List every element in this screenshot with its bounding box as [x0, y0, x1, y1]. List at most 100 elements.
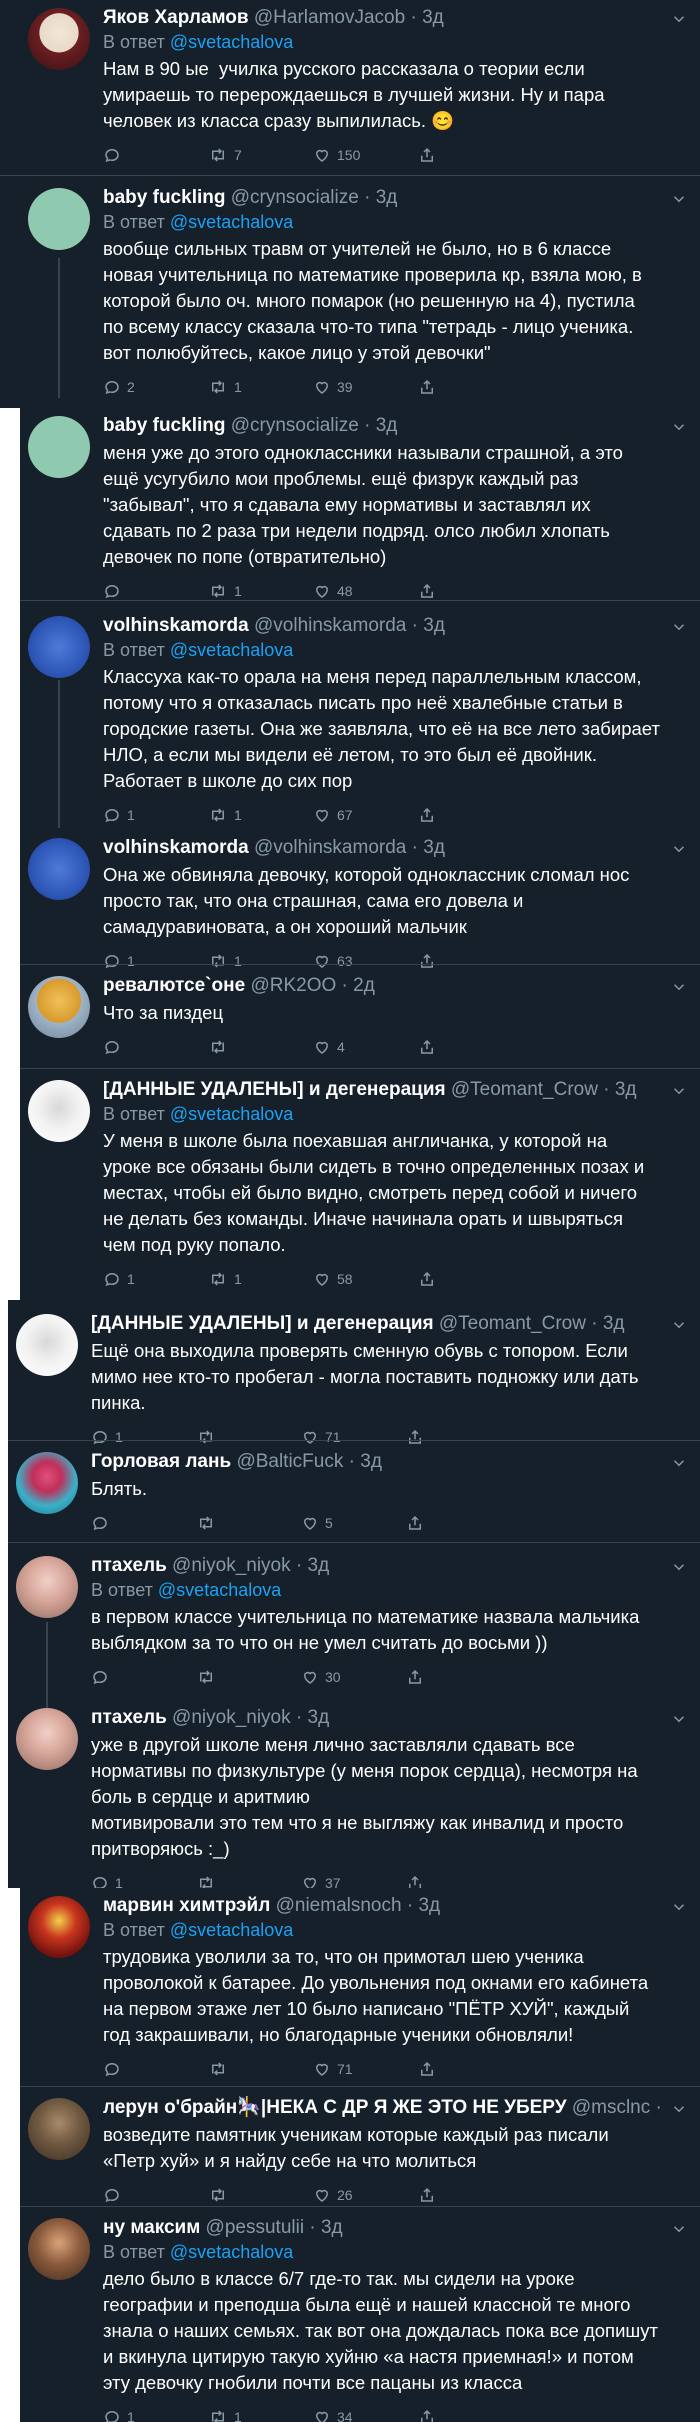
avatar[interactable]: [28, 1896, 90, 1958]
timestamp[interactable]: 3д: [308, 1707, 330, 1728]
like-button[interactable]: 5: [301, 1514, 406, 1532]
display-name[interactable]: volhinskamorda: [103, 837, 249, 858]
share-button[interactable]: [418, 146, 523, 164]
reply-button[interactable]: [103, 1038, 208, 1056]
retweet-button[interactable]: 1: [208, 1270, 313, 1288]
chevron-down-icon[interactable]: [670, 2100, 688, 2118]
tweet[interactable]: птахель @niyok_niyok · 3д уже в другой ш…: [16, 1700, 700, 1888]
tweet[interactable]: Яков Харламов @HarlamovJacob · 3д В отве…: [28, 0, 700, 172]
reply-button[interactable]: [103, 2186, 208, 2204]
display-name[interactable]: ревалютсе`оне: [103, 975, 245, 996]
user-handle[interactable]: @niemalsnoch: [276, 1895, 402, 1916]
reply-button[interactable]: [103, 146, 208, 164]
user-handle[interactable]: @crynsocialize: [231, 187, 359, 208]
reply-button[interactable]: 2: [103, 378, 208, 396]
chevron-down-icon[interactable]: [670, 840, 688, 858]
retweet-button[interactable]: [208, 1038, 313, 1056]
avatar[interactable]: [28, 616, 90, 678]
share-button[interactable]: [418, 2060, 523, 2078]
timestamp[interactable]: 3д: [376, 415, 398, 436]
chevron-down-icon[interactable]: [670, 1898, 688, 1916]
like-button[interactable]: 39: [313, 378, 418, 396]
retweet-button[interactable]: 1: [208, 582, 313, 600]
timestamp[interactable]: 3д: [422, 7, 444, 28]
timestamp[interactable]: 3д: [308, 1555, 330, 1576]
reply-to-link[interactable]: @svetachalova: [158, 1580, 281, 1600]
display-name[interactable]: птахель: [91, 1555, 167, 1576]
user-handle[interactable]: @volhinskamorda: [254, 615, 406, 636]
share-button[interactable]: [406, 1874, 511, 1888]
tweet[interactable]: baby fuckling @crynsocialize · 3д В отве…: [28, 180, 700, 404]
like-button[interactable]: 4: [313, 1038, 418, 1056]
reply-to-link[interactable]: @svetachalova: [170, 1920, 293, 1940]
tweet[interactable]: volhinskamorda @volhinskamorda · 3д В от…: [28, 608, 700, 832]
tweet[interactable]: [ДАННЫЕ УДАЛЕНЫ] и дегенерация @Teomant_…: [28, 1072, 700, 1296]
reply-button[interactable]: [103, 582, 208, 600]
retweet-button[interactable]: [196, 1874, 301, 1888]
chevron-down-icon[interactable]: [670, 2220, 688, 2238]
tweet[interactable]: [ДАННЫЕ УДАЛЕНЫ] и дегенерация @Teomant_…: [16, 1306, 700, 1454]
display-name[interactable]: лерун о'брайн🎠|НЕКА С ДР Я ЖЕ ЭТО НЕ УБЕ…: [103, 2097, 567, 2118]
like-button[interactable]: 150: [313, 146, 418, 164]
like-button[interactable]: 26: [313, 2186, 418, 2204]
retweet-button[interactable]: [196, 1668, 301, 1686]
like-button[interactable]: 48: [313, 582, 418, 600]
avatar[interactable]: [16, 1314, 78, 1376]
chevron-down-icon[interactable]: [670, 418, 688, 436]
retweet-button[interactable]: [208, 2060, 313, 2078]
like-button[interactable]: 67: [313, 806, 418, 824]
avatar[interactable]: [28, 1080, 90, 1142]
display-name[interactable]: [ДАННЫЕ УДАЛЕНЫ] и дегенерация: [103, 1079, 446, 1100]
reply-to-link[interactable]: @svetachalova: [170, 2242, 293, 2262]
chevron-down-icon[interactable]: [670, 1082, 688, 1100]
share-button[interactable]: [418, 1038, 523, 1056]
share-button[interactable]: [406, 1514, 511, 1532]
timestamp[interactable]: 3д: [423, 615, 445, 636]
user-handle[interactable]: @Teomant_Crow: [451, 1079, 598, 1100]
display-name[interactable]: птахель: [91, 1707, 167, 1728]
display-name[interactable]: volhinskamorda: [103, 615, 249, 636]
tweet[interactable]: ну максим @pessutulii · 3д В ответ @svet…: [28, 2210, 700, 2422]
timestamp[interactable]: 3д: [615, 1079, 637, 1100]
reply-button[interactable]: [91, 1668, 196, 1686]
reply-button[interactable]: 1: [103, 806, 208, 824]
reply-to-link[interactable]: @svetachalova: [170, 212, 293, 232]
reply-to-link[interactable]: @svetachalova: [170, 640, 293, 660]
like-button[interactable]: 58: [313, 1270, 418, 1288]
avatar[interactable]: [28, 8, 90, 70]
reply-to-link[interactable]: @svetachalova: [170, 1104, 293, 1124]
user-handle[interactable]: @niyok_niyok: [172, 1707, 291, 1728]
chevron-down-icon[interactable]: [670, 190, 688, 208]
timestamp[interactable]: 3д: [418, 1895, 440, 1916]
like-button[interactable]: 30: [301, 1668, 406, 1686]
avatar[interactable]: [28, 838, 90, 900]
chevron-down-icon[interactable]: [670, 1710, 688, 1728]
display-name[interactable]: Яков Харламов: [103, 7, 249, 28]
like-button[interactable]: 37: [301, 1874, 406, 1888]
display-name[interactable]: baby fuckling: [103, 187, 225, 208]
user-handle[interactable]: @msclnc: [572, 2097, 650, 2118]
timestamp[interactable]: 3д: [321, 2217, 343, 2238]
reply-button[interactable]: [103, 2060, 208, 2078]
user-handle[interactable]: @BalticFuck: [236, 1451, 343, 1472]
chevron-down-icon[interactable]: [670, 1316, 688, 1334]
avatar[interactable]: [28, 416, 90, 478]
share-button[interactable]: [418, 582, 523, 600]
timestamp[interactable]: 3д: [423, 837, 445, 858]
like-button[interactable]: 71: [313, 2060, 418, 2078]
avatar[interactable]: [28, 2218, 90, 2280]
retweet-button[interactable]: 7: [208, 146, 313, 164]
tweet[interactable]: марвин химтрэйл @niemalsnoch · 3д В отве…: [28, 1888, 700, 2086]
tweet[interactable]: baby fuckling @crynsocialize · 3д меня у…: [28, 408, 700, 608]
retweet-button[interactable]: [196, 1514, 301, 1532]
avatar[interactable]: [28, 976, 90, 1038]
reply-button[interactable]: [91, 1514, 196, 1532]
chevron-down-icon[interactable]: [670, 10, 688, 28]
user-handle[interactable]: @RK2OO: [250, 975, 336, 996]
timestamp[interactable]: 3д: [603, 1313, 625, 1334]
tweet[interactable]: volhinskamorda @volhinskamorda · 3д Она …: [28, 830, 700, 978]
display-name[interactable]: марвин химтрэйл: [103, 1895, 270, 1916]
reply-to-link[interactable]: @svetachalova: [170, 32, 293, 52]
avatar[interactable]: [16, 1556, 78, 1618]
reply-button[interactable]: 1: [103, 2408, 208, 2422]
